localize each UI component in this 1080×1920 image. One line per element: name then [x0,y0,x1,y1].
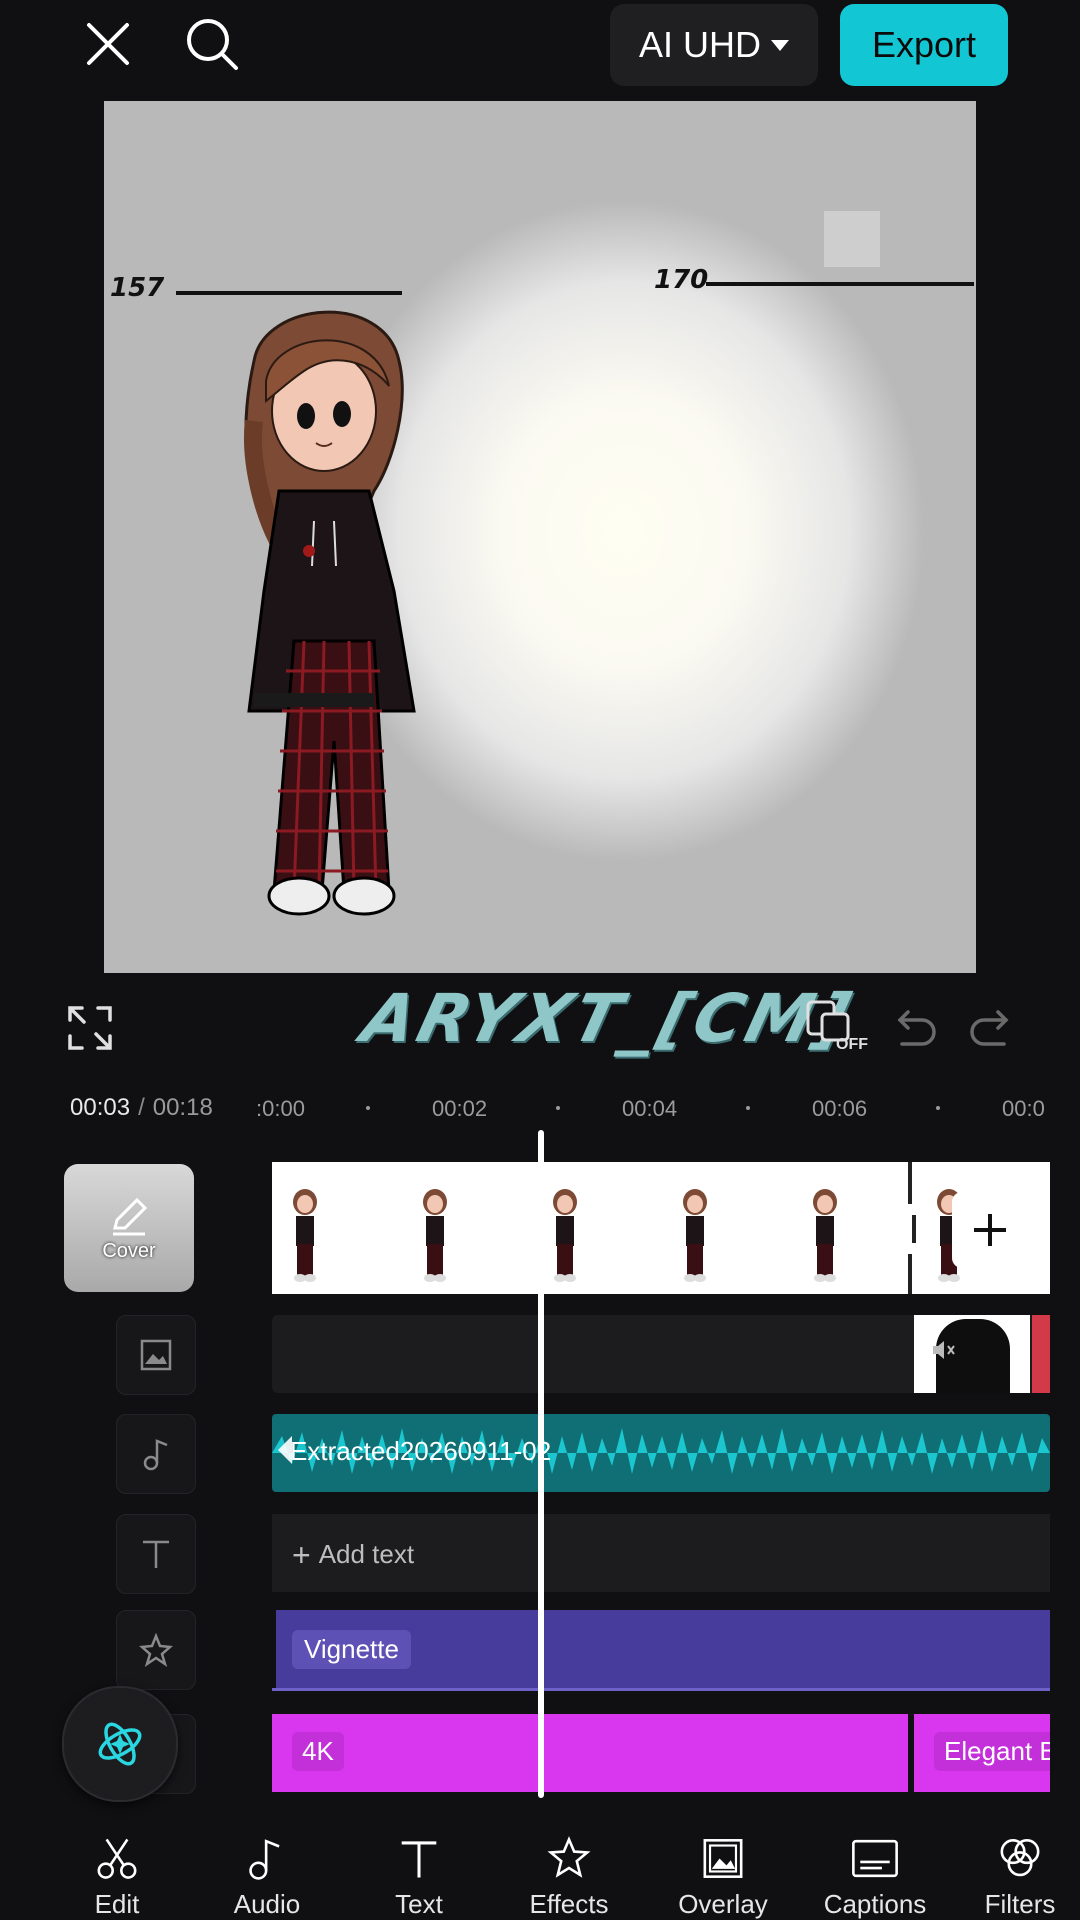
cover-button[interactable]: Cover [64,1164,194,1292]
toolbar-effects[interactable]: Effects [504,1836,634,1920]
ruler-dot [936,1106,940,1110]
ruler-label: 00:06 [812,1096,868,1121]
clip-transition-button[interactable] [894,1204,934,1254]
captions-icon [852,1839,898,1878]
export-button[interactable]: Export [840,4,1008,86]
music-note-icon [249,1839,280,1880]
thumbnail-frame [553,1189,577,1282]
height-line-right [706,282,974,286]
ruler-dot [746,1106,750,1110]
toolbar-label: Edit [94,1889,140,1919]
toolbar-label: Text [395,1889,443,1919]
mirror-toggle[interactable]: OFF [804,996,874,1060]
ruler-dot [366,1106,370,1110]
watermark-text: ARYXT_[CM] [354,980,861,1057]
star-effects-icon [139,1633,173,1667]
effects-track-button[interactable] [116,1610,196,1690]
time-separator: / [138,1094,145,1121]
image-icon [140,1339,172,1371]
pencil-icon [113,1197,148,1235]
add-text-button[interactable]: + Add text [292,1537,414,1574]
toolbar-audio[interactable]: Audio [202,1836,332,1920]
effect-track-underline [272,1688,1050,1691]
height-label-left: 157 [110,273,165,303]
muted-icon [933,1341,955,1359]
star-effects-icon [547,1836,591,1878]
search-icon[interactable] [182,14,242,74]
thumbnail-frame [813,1189,837,1282]
toolbar-overlay[interactable]: Overlay [658,1836,788,1920]
audio-track-button[interactable] [116,1414,196,1494]
mirror-off-label: OFF [836,1036,868,1053]
video-preview[interactable]: 157 170 [104,101,976,973]
toolbar-captions[interactable]: Captions [810,1836,940,1920]
filter-clip[interactable]: 4K [272,1714,908,1792]
sparkle-orbit-icon [98,1722,142,1766]
toolbar-text[interactable]: Text [354,1836,484,1920]
quality-label: AI UHD [638,24,761,65]
quality-selector-button[interactable]: AI UHD [610,4,818,86]
height-label-right: 170 [654,265,709,295]
toolbar-filters[interactable]: Filters [960,1836,1080,1920]
filters-icon [1000,1839,1040,1877]
undo-icon[interactable] [888,1002,944,1058]
faint-square [824,211,880,267]
filter-clip-2[interactable]: Elegant B [914,1714,1050,1792]
music-note-icon [143,1439,168,1471]
ruler-label: 00:04 [622,1096,678,1121]
total-time: 00:18 [152,1094,213,1121]
thumbnail-frame [423,1189,447,1282]
toolbar-label: Filters [984,1889,1056,1919]
playhead[interactable] [538,1130,544,1798]
ai-assistant-button[interactable] [62,1686,178,1802]
split-icon [912,1215,916,1243]
overlay-track-button[interactable] [116,1315,196,1395]
audio-clip-name: Extracted20260911-02 [290,1436,552,1466]
thumbnail-frame [293,1189,317,1282]
overlay-clip[interactable] [914,1315,1030,1393]
plus-icon [974,1214,1006,1246]
thumbnail-frame [683,1189,707,1282]
filter-name-chip: 4K [292,1732,344,1771]
text-track-button[interactable] [116,1514,196,1594]
text-icon [143,1540,169,1568]
toolbar-label: Overlay [678,1889,768,1919]
toolbar-label: Audio [233,1889,301,1919]
cover-label: Cover [102,1239,156,1262]
time-display: 00:03 / 00:18 [70,1094,213,1122]
toolbar-label: Effects [529,1889,609,1919]
current-time: 00:03 [70,1094,131,1121]
overlay-icon [703,1839,743,1878]
ruler-dot [556,1106,560,1110]
toolbar-edit[interactable]: Edit [52,1836,182,1920]
add-clip-button[interactable] [952,1192,1028,1268]
effect-name-chip: Vignette [292,1630,411,1669]
ruler-label: 00:0 [1002,1096,1045,1121]
text-icon [401,1841,437,1878]
toolbar-label: Captions [823,1889,927,1919]
plus-icon: + [292,1537,311,1573]
scissors-icon [97,1838,137,1879]
chevron-down-icon [771,39,789,51]
filter-name-chip-2: Elegant B [934,1732,1050,1771]
ruler-label: 00:02 [432,1096,488,1121]
redo-icon[interactable] [966,1002,1022,1058]
add-text-label: Add text [318,1539,415,1569]
close-icon[interactable] [78,14,138,74]
character-figure [244,310,416,916]
ruler-label: :0:00 [256,1096,305,1121]
fullscreen-icon[interactable] [62,1000,118,1056]
overlay-clip-2[interactable] [1032,1315,1050,1393]
